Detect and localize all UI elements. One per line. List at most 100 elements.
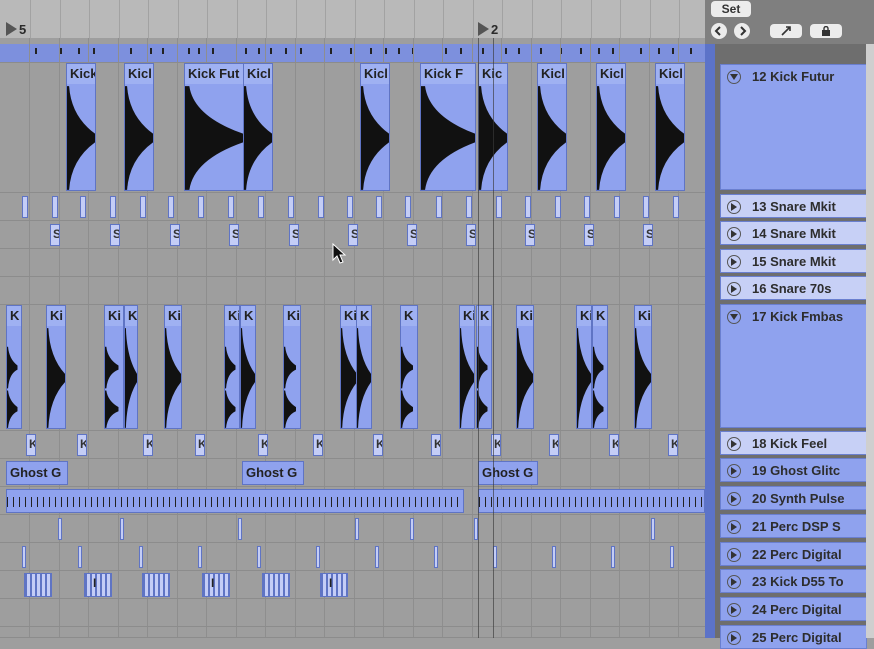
lane-kick-futur[interactable]: KickKiclKick FutKiclKiclKick FKicKiclKic… [0,63,705,193]
clip[interactable] [110,196,116,218]
audio-clip[interactable]: Kicl [124,63,154,191]
perc-clip[interactable] [142,573,170,597]
audio-clip[interactable]: K [592,305,608,429]
clip[interactable] [410,518,414,540]
track-header[interactable]: 20 Synth Pulse [720,486,867,510]
ghost-clip[interactable]: Ghost G [6,461,68,485]
audio-clip[interactable]: Kick Fut [184,63,244,191]
clip[interactable]: S [229,224,239,246]
clip[interactable] [525,196,531,218]
expand-button[interactable] [770,24,802,38]
track-header[interactable]: 21 Perc DSP S [720,514,867,538]
ghost-clip[interactable]: Ghost G [242,461,304,485]
lane-perc-digital-22[interactable] [0,543,705,571]
playhead[interactable] [493,38,494,638]
audio-clip[interactable]: Ki [459,305,475,429]
lane-ghost-glitch[interactable]: Ghost G Ghost G Ghost G [0,459,705,487]
loop-brace[interactable] [0,44,705,62]
clip[interactable]: S [50,224,60,246]
clip[interactable] [257,546,261,568]
lane-kick-d55[interactable]: III [0,571,705,599]
clip[interactable]: K [26,434,36,456]
clip[interactable] [78,546,82,568]
clip[interactable] [140,196,146,218]
clip[interactable]: S [289,224,299,246]
audio-clip[interactable]: Kick [66,63,96,191]
lane-snare-70s[interactable] [0,277,705,305]
track-header[interactable]: 23 Kick D55 To [720,569,867,593]
audio-clip[interactable]: K [240,305,256,429]
audio-clip[interactable]: K [124,305,138,429]
perc-clip[interactable]: I [320,573,348,597]
play-triangle-icon[interactable] [727,631,741,645]
track-header[interactable]: 15 Snare Mkit [720,249,867,273]
track-header[interactable]: 22 Perc Digital [720,542,867,566]
clip[interactable]: K [431,434,441,456]
lane-perc-digital-24[interactable] [0,599,705,627]
clip[interactable] [552,546,556,568]
loop-lane[interactable] [0,38,705,63]
clip[interactable]: S [110,224,120,246]
lane-snare-mkit-15[interactable] [0,249,705,277]
arrangement-view[interactable]: KickKiclKick FutKiclKiclKick FKicKiclKic… [0,38,705,638]
locator-5[interactable]: 5 [6,20,26,38]
play-triangle-icon[interactable] [727,255,741,269]
locator-2[interactable]: 2 [478,20,498,38]
clip[interactable] [434,546,438,568]
lane-synth-pulse[interactable] [0,487,705,515]
clip[interactable] [376,196,382,218]
clip[interactable] [198,546,202,568]
lane-perc-digital-25[interactable] [0,627,705,638]
clip[interactable]: K [609,434,619,456]
track-header[interactable]: 19 Ghost Glitc [720,458,867,482]
clip[interactable] [405,196,411,218]
clip[interactable]: S [348,224,358,246]
clip[interactable]: K [313,434,323,456]
clip[interactable] [555,196,561,218]
clip[interactable] [611,546,615,568]
clip[interactable] [52,196,58,218]
lock-button[interactable] [810,24,842,38]
clip[interactable] [614,196,620,218]
play-triangle-icon[interactable] [727,227,741,241]
clip[interactable] [139,546,143,568]
audio-clip[interactable]: Ki [634,305,652,429]
lane-perc-dsp[interactable] [0,515,705,543]
audio-clip[interactable]: Kicl [360,63,390,191]
arrangement-ruler[interactable]: 5 2 [0,0,705,39]
clip[interactable] [318,196,324,218]
track-header[interactable]: 12 Kick Futur [720,64,867,190]
clip[interactable] [288,196,294,218]
prev-locator-button[interactable] [711,23,727,39]
audio-clip[interactable]: Kick F [420,63,476,191]
clip[interactable]: S [170,224,180,246]
synth-pulse-clip[interactable] [478,489,705,513]
clip[interactable]: S [525,224,535,246]
track-header[interactable]: 13 Snare Mkit [720,194,867,218]
clip[interactable] [347,196,353,218]
ghost-clip[interactable]: Ghost G [478,461,538,485]
play-triangle-icon[interactable] [727,200,741,214]
track-header[interactable]: 24 Perc Digital [720,597,867,621]
clip[interactable] [643,196,649,218]
clip[interactable] [168,196,174,218]
synth-pulse-clip[interactable] [6,489,464,513]
track-header[interactable]: 17 Kick Fmbas [720,304,867,428]
audio-clip[interactable]: Ki [516,305,534,429]
clip[interactable] [355,518,359,540]
clip[interactable] [375,546,379,568]
play-triangle-icon[interactable] [727,464,741,478]
fold-down-icon[interactable] [727,310,741,324]
clip[interactable]: K [143,434,153,456]
play-triangle-icon[interactable] [727,492,741,506]
clip[interactable] [436,196,442,218]
play-triangle-icon[interactable] [727,437,741,451]
audio-clip[interactable]: Ki [576,305,592,429]
clip[interactable] [22,196,28,218]
play-triangle-icon[interactable] [727,520,741,534]
perc-clip[interactable] [24,573,52,597]
play-triangle-icon[interactable] [727,575,741,589]
fold-down-icon[interactable] [727,70,741,84]
clip[interactable] [22,546,26,568]
clip[interactable] [584,196,590,218]
